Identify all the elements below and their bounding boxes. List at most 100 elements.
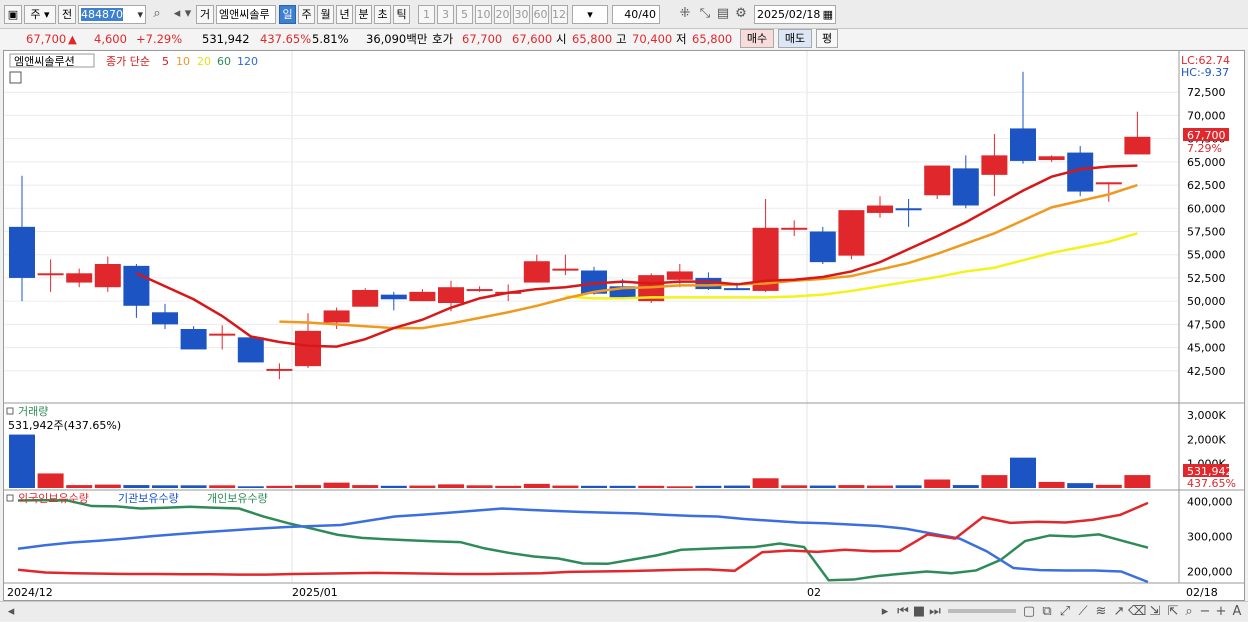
volume-bar-16 [466, 485, 493, 488]
unit-select[interactable]: ▾ [572, 5, 608, 24]
price-tick-52500: 52,500 [1187, 272, 1226, 285]
pct-tag: 7.29% [1187, 142, 1222, 155]
buy-button[interactable]: 매수 [740, 29, 774, 48]
minute-tab-10[interactable]: 10 [475, 5, 492, 24]
forward-icon[interactable]: ⏭ [926, 603, 944, 622]
speaker-dropdown-icon[interactable]: ▾ [182, 5, 194, 24]
stock-chart[interactable]: 42,500 45,000 47,500 50,000 52,500 55,000 57,5… [4, 51, 1244, 600]
gear-icon[interactable]: ⚙ [732, 5, 750, 24]
legend-ma5: 5 [162, 55, 169, 68]
legend-ma60: 60 [217, 55, 231, 68]
stock-name-field[interactable]: 엠앤씨솔루 [216, 5, 276, 24]
minute-tab-60[interactable]: 60 [532, 5, 549, 24]
minute-tab-1[interactable]: 1 [418, 5, 435, 24]
volume-bar-8 [237, 486, 264, 488]
volume-bar-25 [724, 485, 750, 488]
pointer-icon[interactable]: ⤢ [1056, 603, 1074, 622]
save-icon[interactable]: ▤ [714, 5, 732, 24]
ma5-line [135, 164, 1138, 348]
period-tab-3[interactable]: 년 [336, 5, 353, 24]
play-icon[interactable]: ▸ [876, 603, 894, 622]
legend-ma20: 20 [197, 55, 211, 68]
volume-bar-33 [952, 485, 979, 488]
price-tick-55000: 55,000 [1187, 249, 1226, 262]
zoom-slider[interactable] [948, 609, 1016, 613]
minute-tab-5[interactable]: 5 [456, 5, 473, 24]
candle-body-0 [9, 226, 35, 278]
candle-body-10 [295, 330, 321, 367]
holding-legend: 외국인보유수량 기관보유수량 개인보유수량 [6, 492, 268, 505]
price-tick-57500: 57,500 [1187, 226, 1226, 239]
volume-bar-2 [66, 485, 93, 488]
period-tab-6[interactable]: 틱 [393, 5, 410, 24]
holding-panel-icon[interactable] [6, 494, 14, 502]
legend-ma10: 10 [176, 55, 190, 68]
moving-averages [135, 164, 1138, 348]
volume-bar-4 [123, 485, 150, 488]
window-icon[interactable]: ▢ [1020, 603, 1038, 622]
date-text: 2025/02/18 [757, 8, 821, 21]
price-tick-50000: 50,000 [1187, 295, 1226, 308]
period-tab-1[interactable]: 주 [298, 5, 315, 24]
volume-panel-icon[interactable] [6, 407, 14, 415]
line-icon[interactable]: ⟋ [1074, 603, 1092, 622]
volume-bar-23 [666, 486, 693, 488]
legend-ma120: 120 [237, 55, 258, 68]
font-icon[interactable]: A [1228, 603, 1246, 622]
volume-bar-36 [1038, 481, 1065, 488]
trend-icon[interactable]: ↗ [1110, 603, 1128, 622]
volume-ratio: 437.65% [260, 32, 312, 46]
legend-retail: 개인보유수량 [207, 492, 268, 505]
candle-body-28 [809, 231, 836, 263]
volume-legend: 거래량 531,942주(437.65%) [6, 405, 121, 432]
volume-bar-32 [924, 479, 951, 488]
market-select[interactable]: 주 ▾ [24, 5, 56, 24]
period-tab-4[interactable]: 분 [355, 5, 372, 24]
volume-bar-9 [266, 485, 293, 488]
minute-tab-120[interactable]: 120 [551, 5, 568, 24]
volume-bar-12 [352, 485, 379, 488]
draw-icon[interactable]: ⤡ [696, 5, 714, 24]
code-input[interactable]: 484870 ▾ [78, 5, 146, 24]
export-icon[interactable]: ⇲ [1146, 603, 1164, 622]
eraser-icon[interactable]: ⌫ [1128, 603, 1146, 622]
minute-tab-30[interactable]: 30 [513, 5, 530, 24]
minute-tab-20[interactable]: 20 [494, 5, 511, 24]
volume-bar-29 [838, 485, 865, 488]
candle-body-29 [838, 210, 865, 256]
avg-button[interactable]: 평 [816, 29, 838, 48]
volume-bar-5 [152, 485, 178, 488]
volume-bar-11 [323, 482, 350, 488]
calendar-icon[interactable]: ▦ [823, 6, 833, 23]
register-button[interactable]: 거 [196, 5, 214, 24]
volume-bar-20 [581, 485, 607, 488]
scroll-left-icon[interactable]: ◂ [2, 603, 20, 622]
search-icon[interactable]: ⌕ [148, 5, 166, 24]
fib-icon[interactable]: ≋ [1092, 603, 1110, 622]
legend-foreign: 외국인보유수량 [18, 492, 89, 505]
prev-button[interactable]: 전 [58, 5, 76, 24]
count-field[interactable]: 40/40 [612, 5, 660, 24]
copy-icon[interactable]: ⧉ [1038, 603, 1056, 622]
candles [9, 71, 1151, 380]
candle-body-11 [323, 310, 350, 323]
minute-tab-3[interactable]: 3 [437, 5, 454, 24]
candle-body-2 [66, 273, 93, 283]
chart-area[interactable]: 42,500 45,000 47,500 50,000 52,500 55,000 57,5… [3, 50, 1245, 601]
current-price: 67,700 [26, 32, 67, 46]
sell-button[interactable]: 매도 [778, 29, 812, 48]
layout-icon[interactable]: ▣ [4, 5, 22, 24]
volume-bar-34 [981, 475, 1008, 488]
period-tab-0[interactable]: 일 [279, 5, 296, 24]
code-text: 484870 [81, 8, 123, 21]
candle-body-12 [352, 290, 379, 307]
volume-current: 531,942주(437.65%) [8, 419, 121, 432]
bid-price-2: 67,600 [512, 32, 553, 46]
date-field[interactable]: 2025/02/18 ▦ [754, 5, 836, 24]
grid-icon[interactable]: ⁜ [676, 5, 694, 24]
dropdown-arrow-icon[interactable]: ▾ [137, 6, 143, 23]
period-tab-5[interactable]: 초 [374, 5, 391, 24]
volume-bar-22 [638, 485, 665, 488]
period-tab-2[interactable]: 월 [317, 5, 334, 24]
table-icon[interactable] [9, 71, 22, 84]
